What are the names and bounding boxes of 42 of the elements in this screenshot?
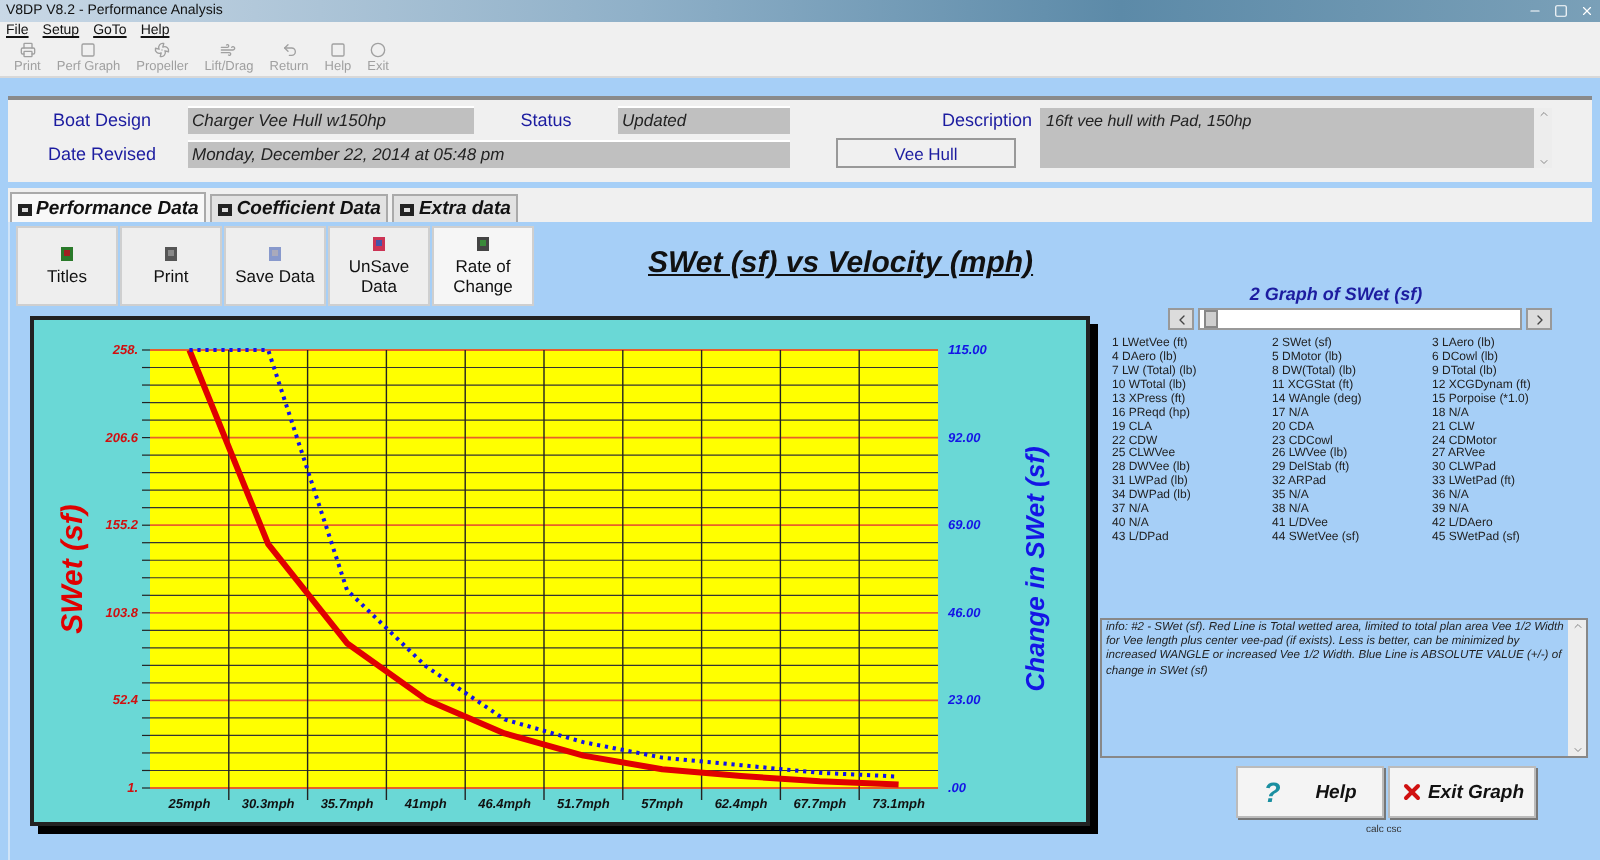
scroll-up-icon[interactable] (1571, 620, 1583, 632)
boat-design-field[interactable]: Charger Vee Hull w150hp (188, 106, 474, 134)
description-field[interactable]: 16ft vee hull with Pad, 150hp (1040, 108, 1552, 168)
graph-selector-title: 2 Graph of SWet (sf) (1249, 284, 1423, 304)
chart-title: SWet (sf) vs Velocity (mph) (648, 246, 1034, 280)
graph-button[interactable]: UnSave Data (328, 226, 430, 306)
field-label: Boat Design (50, 108, 154, 134)
scroll-down-icon[interactable] (1537, 156, 1549, 168)
tab[interactable]: Coefficient Data (210, 194, 389, 222)
circle-icon (370, 42, 387, 58)
close-icon (1399, 780, 1424, 804)
square-icon (329, 42, 346, 58)
graph-button[interactable]: Save Data (224, 226, 326, 306)
folder-icon (218, 202, 233, 216)
minimize-icon[interactable] (1528, 4, 1542, 18)
maximize-icon[interactable] (1554, 4, 1568, 18)
scroll-up-icon[interactable] (1537, 108, 1549, 120)
status-field[interactable]: Updated (618, 106, 790, 134)
graph-scrollbar[interactable] (1168, 308, 1552, 330)
scroll-thumb[interactable] (1204, 310, 1218, 328)
scroll-down-icon[interactable] (1571, 744, 1583, 756)
square-icon (80, 42, 97, 58)
field-label: Description (941, 110, 1032, 130)
close-icon[interactable] (1580, 4, 1594, 18)
date-field[interactable]: Monday, December 22, 2014 at 05:48 pm (188, 140, 790, 168)
hull-button[interactable]: Vee Hull (836, 138, 1016, 168)
return-arrow-icon (281, 42, 298, 58)
exit-graph-button[interactable]: Exit Graph (1388, 766, 1536, 818)
folder-icon (400, 202, 415, 216)
axis-title: SWet (sf) (56, 504, 90, 634)
help-button[interactable]: ? Help (1236, 766, 1384, 818)
field-label: Status (518, 108, 574, 134)
tab[interactable]: Extra data (392, 194, 519, 222)
graph-button[interactable]: Titles (16, 226, 118, 306)
axis-title: Change in SWet (sf) (1020, 446, 1050, 692)
folder-icon (18, 201, 32, 215)
wind-icon (220, 42, 237, 58)
tab[interactable]: Performance Data (10, 192, 207, 222)
graph-button[interactable]: Print (120, 226, 222, 306)
fan-icon (154, 42, 171, 58)
field-label: Date Revised (45, 142, 159, 168)
graph-button[interactable]: Rate of Change (432, 226, 534, 306)
